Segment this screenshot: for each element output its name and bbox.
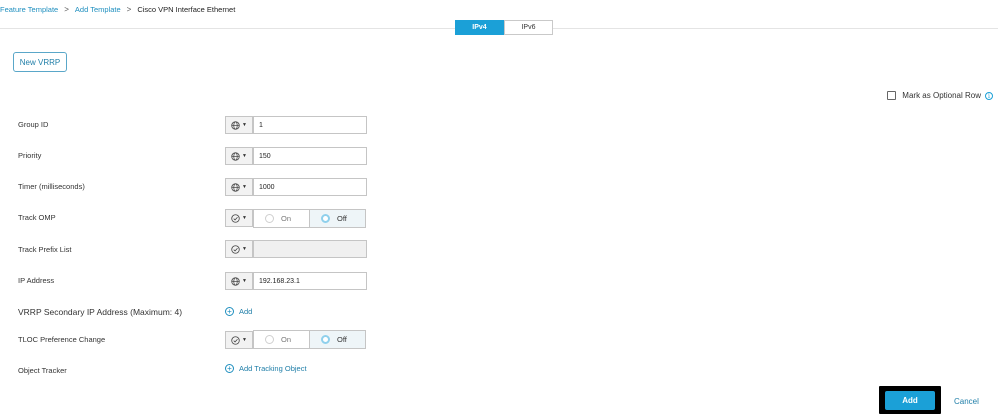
track-omp-label: Track OMP [18, 213, 56, 222]
optional-row-label: Mark as Optional Row [902, 91, 981, 100]
tab-ipv4[interactable]: IPv4 [455, 20, 504, 35]
track-prefix-list-scope-dropdown[interactable]: ▼ [225, 240, 253, 258]
plus-circle-icon: + [225, 307, 234, 316]
mark-optional-row: Mark as Optional Row i [887, 91, 993, 100]
priority-label: Priority [18, 151, 42, 160]
breadcrumb-separator: > [64, 4, 69, 14]
info-icon[interactable]: i [985, 91, 993, 100]
radio-selected-icon [321, 335, 330, 344]
ip-address-label: IP Address [18, 276, 55, 285]
tloc-preference-off-label: Off [337, 335, 347, 344]
add-secondary-ip-label: Add [239, 307, 253, 316]
priority-input[interactable]: 150 [253, 147, 367, 165]
new-vrrp-button[interactable]: New VRRP [13, 52, 67, 72]
chevron-down-icon: ▼ [242, 246, 247, 252]
ip-address-scope-dropdown[interactable]: ▼ [225, 272, 253, 290]
tloc-preference-on[interactable]: On [254, 331, 309, 348]
add-tracking-object-label: Add Tracking Object [239, 364, 307, 373]
group-id-input[interactable]: 1 [253, 116, 367, 134]
track-omp-on-label: On [281, 214, 292, 223]
chevron-down-icon: ▼ [242, 122, 247, 128]
add-tracking-object-button[interactable]: + Add Tracking Object [225, 364, 307, 373]
check-default-icon [231, 213, 240, 223]
track-omp-toggle: On Off [253, 209, 366, 228]
track-prefix-list-label: Track Prefix List [18, 245, 72, 254]
globe-icon [231, 120, 240, 130]
secondary-ip-label: VRRP Secondary IP Address (Maximum: 4) [18, 307, 183, 317]
radio-icon [265, 214, 274, 223]
add-secondary-ip-button[interactable]: + Add [225, 307, 252, 316]
priority-scope-dropdown[interactable]: ▼ [225, 147, 253, 165]
check-default-icon [231, 244, 240, 254]
track-omp-scope-dropdown[interactable]: ▼ [225, 209, 253, 227]
track-omp-off[interactable]: Off [309, 210, 365, 227]
radio-selected-icon [321, 214, 330, 223]
cancel-button[interactable]: Cancel [954, 397, 979, 406]
chevron-down-icon: ▼ [242, 184, 247, 190]
breadcrumb: Feature Template > Add Template > Cisco … [0, 4, 235, 14]
check-default-icon [231, 335, 240, 345]
group-id-scope-dropdown[interactable]: ▼ [225, 116, 253, 134]
timer-label: Timer (milliseconds) [18, 182, 85, 191]
breadcrumb-current: Cisco VPN Interface Ethernet [137, 4, 236, 14]
radio-icon [265, 335, 274, 344]
plus-circle-icon: + [225, 364, 234, 373]
chevron-down-icon: ▼ [242, 337, 247, 343]
chevron-down-icon: ▼ [242, 215, 247, 221]
track-omp-on[interactable]: On [254, 210, 309, 227]
globe-icon [231, 151, 240, 161]
globe-icon [231, 182, 240, 192]
tloc-preference-scope-dropdown[interactable]: ▼ [225, 331, 253, 349]
breadcrumb-separator: > [126, 4, 132, 14]
globe-icon [231, 276, 240, 286]
tloc-preference-toggle: On Off [253, 330, 366, 349]
chevron-down-icon: ▼ [242, 153, 247, 159]
track-prefix-list-input[interactable] [253, 240, 367, 258]
tloc-preference-on-label: On [281, 335, 292, 344]
timer-scope-dropdown[interactable]: ▼ [225, 178, 253, 196]
add-button[interactable]: Add [885, 391, 935, 410]
ip-address-input[interactable]: 192.168.23.1 [253, 272, 367, 290]
breadcrumb-feature-template[interactable]: Feature Template [0, 5, 58, 14]
tab-ipv6[interactable]: IPv6 [504, 20, 553, 35]
chevron-down-icon: ▼ [242, 278, 247, 284]
timer-input[interactable]: 1000 [253, 178, 367, 196]
tloc-preference-off[interactable]: Off [309, 331, 365, 348]
ip-version-tabs: IPv4 IPv6 [455, 20, 553, 35]
optional-row-checkbox[interactable] [887, 91, 897, 100]
object-tracker-label: Object Tracker [18, 366, 67, 375]
tloc-preference-label: TLOC Preference Change [18, 335, 106, 344]
breadcrumb-add-template[interactable]: Add Template [75, 5, 121, 14]
group-id-label: Group ID [18, 120, 49, 129]
track-omp-off-label: Off [337, 214, 347, 223]
